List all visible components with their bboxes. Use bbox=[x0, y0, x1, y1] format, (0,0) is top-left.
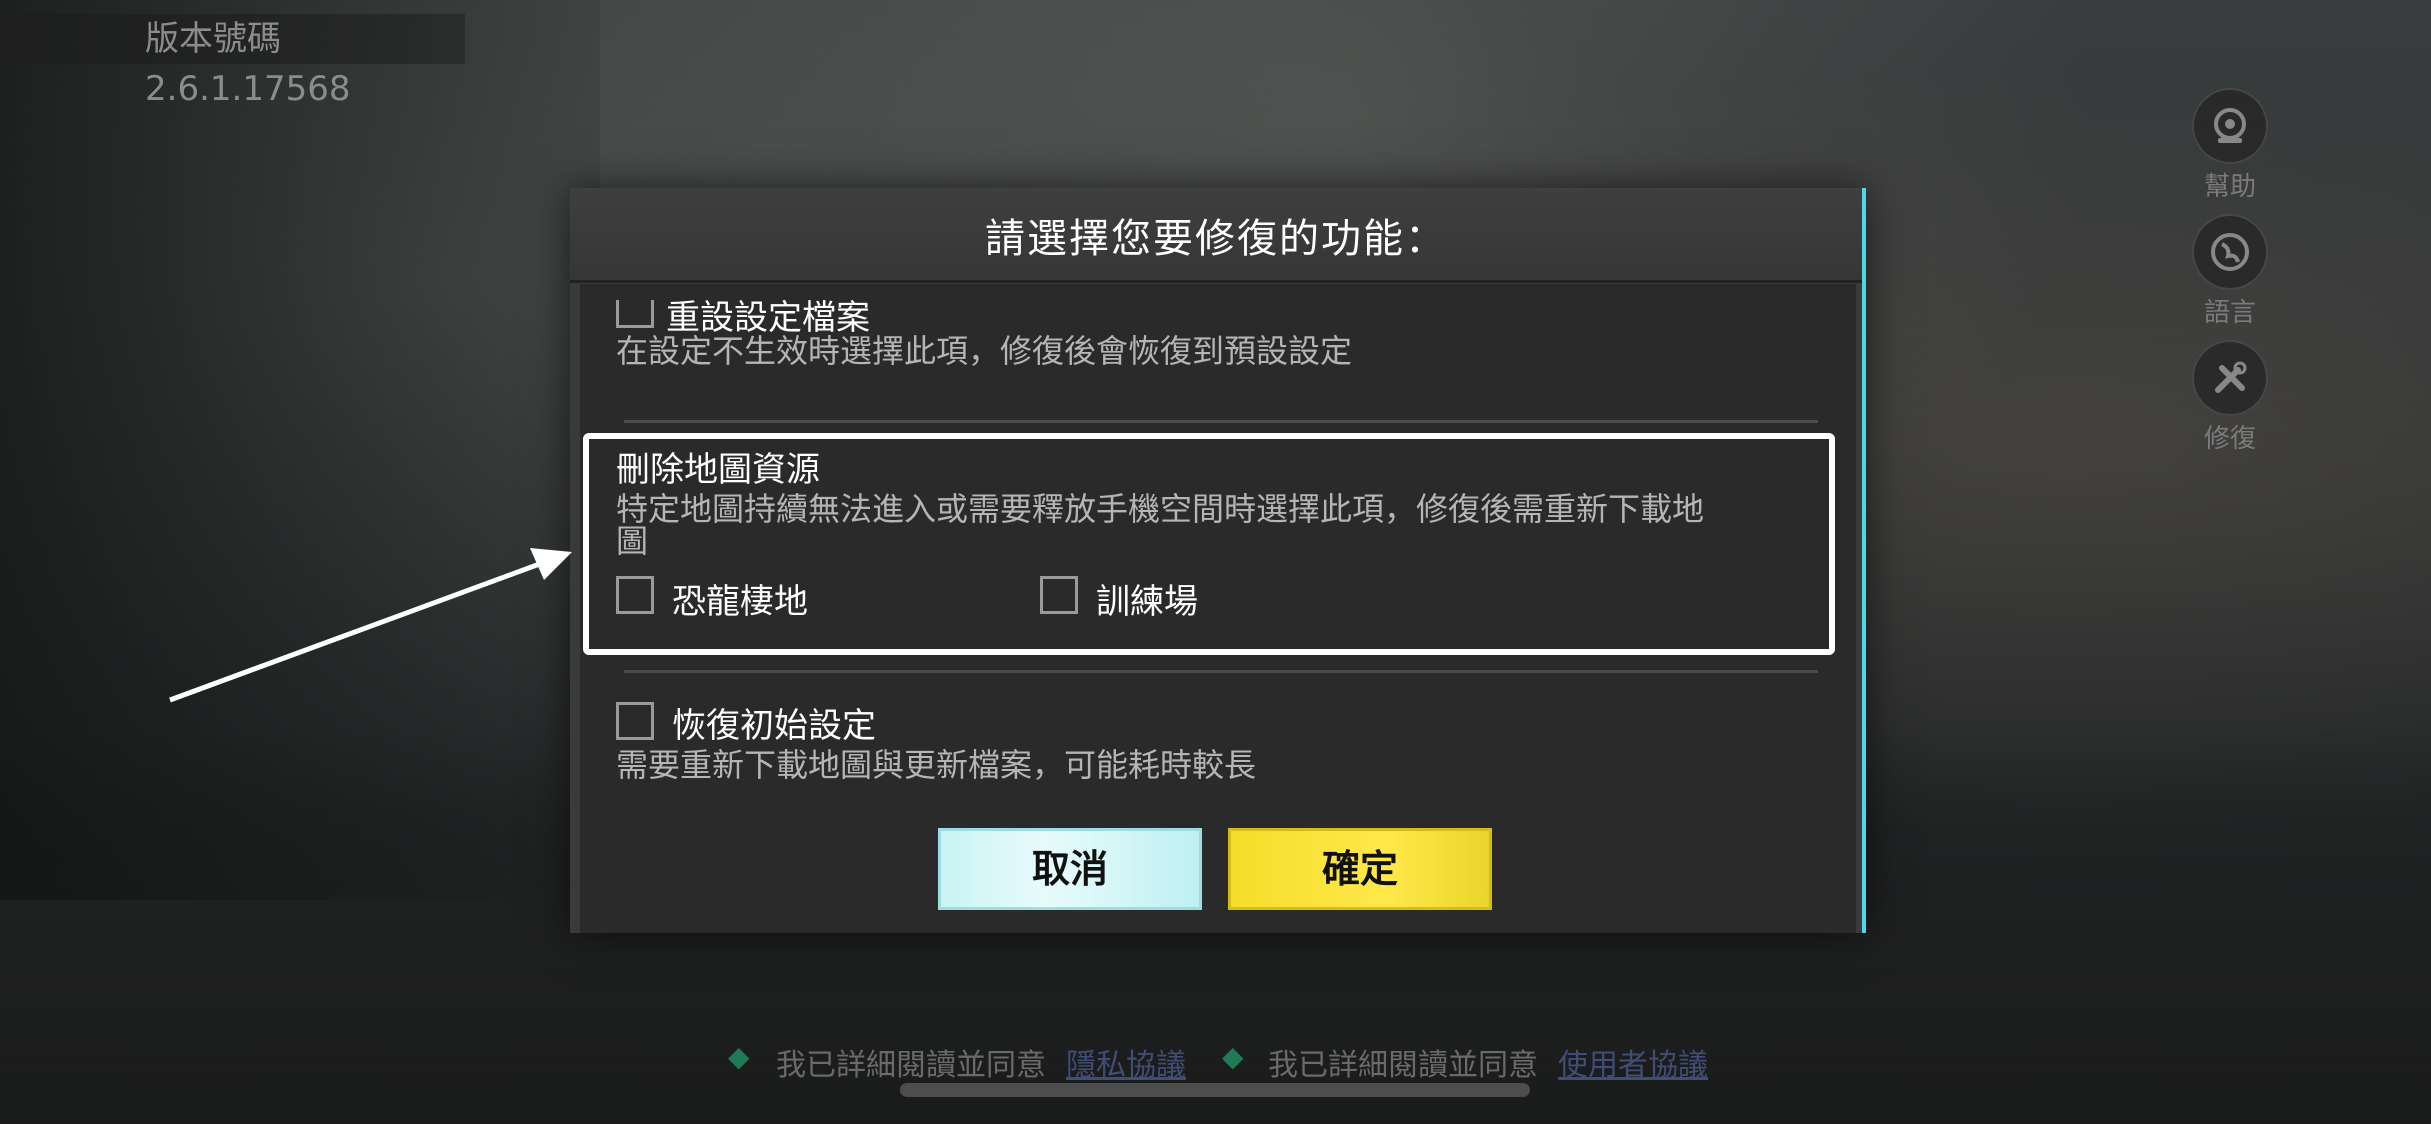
user-agreement-link[interactable]: 使用者協議 bbox=[1558, 1040, 1708, 1084]
language-menu-item[interactable]: 語言 bbox=[2180, 214, 2280, 329]
help-icon bbox=[2192, 88, 2268, 164]
restore-defaults-title: 恢復初始設定 bbox=[672, 706, 876, 746]
privacy-checkbox-icon[interactable]: ◆ bbox=[728, 1040, 750, 1073]
reset-settings-desc: 在設定不生效時選擇此項，修復後會恢復到預設設定 bbox=[616, 332, 1353, 370]
help-menu-item[interactable]: 幫助 bbox=[2180, 88, 2280, 203]
footer-agreements: ◆ 我已詳細閱讀並同意 隱私協議 ◆ 我已詳細閱讀並同意 使用者協議 bbox=[0, 1040, 2431, 1084]
restore-defaults-desc: 需要重新下載地圖與更新檔案，可能耗時較長 bbox=[616, 746, 1257, 784]
repair-menu-item[interactable]: 修復 bbox=[2180, 340, 2280, 455]
globe-icon bbox=[2192, 214, 2268, 290]
divider bbox=[624, 670, 1818, 673]
repair-label: 修復 bbox=[2203, 424, 2256, 454]
reset-settings-checkbox[interactable] bbox=[616, 300, 654, 328]
repair-icon bbox=[2192, 340, 2268, 416]
privacy-link[interactable]: 隱私協議 bbox=[1066, 1040, 1186, 1084]
divider bbox=[624, 420, 1818, 423]
confirm-button[interactable]: 確定 bbox=[1228, 828, 1492, 910]
help-label: 幫助 bbox=[2203, 172, 2256, 202]
highlight-box bbox=[583, 433, 1835, 655]
dialog-title: 請選擇您要修復的功能： bbox=[985, 216, 1447, 262]
restore-defaults-checkbox[interactable] bbox=[616, 702, 654, 740]
cancel-button[interactable]: 取消 bbox=[938, 828, 1202, 910]
version-label: 版本號碼2.6.1.17568 bbox=[0, 14, 465, 109]
privacy-agree-text: 我已詳細閱讀並同意 bbox=[776, 1048, 1046, 1083]
language-label: 語言 bbox=[2203, 298, 2256, 328]
dialog-header: 請選擇您要修復的功能： bbox=[570, 188, 1862, 283]
user-agreement-checkbox-icon[interactable]: ◆ bbox=[1222, 1040, 1244, 1073]
user-agree-text: 我已詳細閱讀並同意 bbox=[1268, 1048, 1538, 1083]
home-indicator[interactable] bbox=[900, 1083, 1530, 1097]
